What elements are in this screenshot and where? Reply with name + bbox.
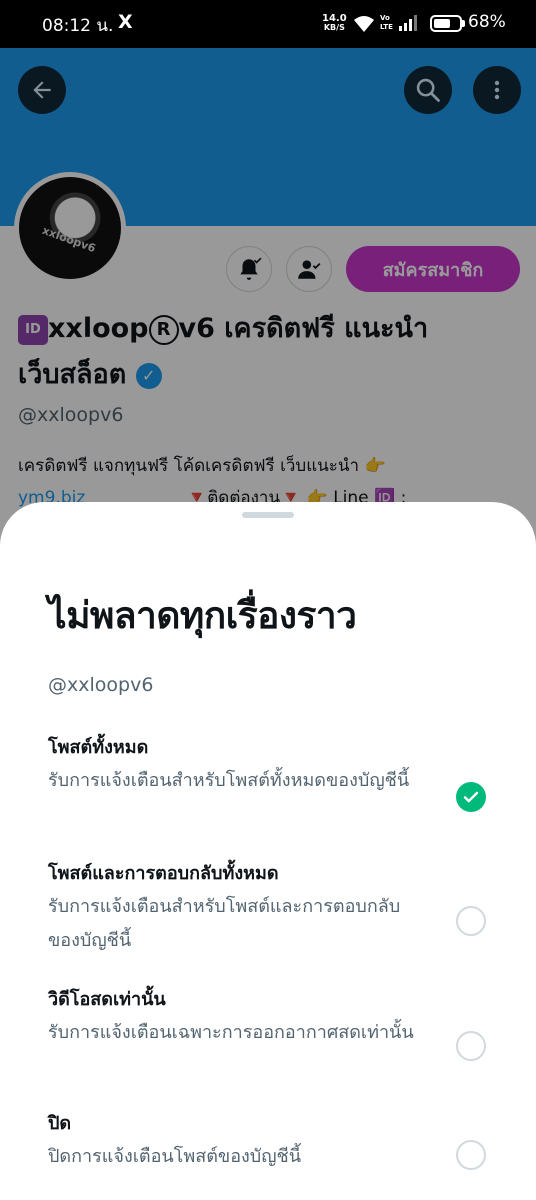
volte-bottom-text: LTE	[380, 23, 393, 31]
option-all-posts[interactable]: โพสต์ทั้งหมด รับการแจ้งเตือนสำหรับโพสต์ท…	[48, 734, 508, 812]
option-posts-and-replies[interactable]: โพสต์และการตอบกลับทั้งหมด รับการแจ้งเตือ…	[48, 860, 508, 958]
radio-unselected[interactable]	[456, 1031, 486, 1061]
sheet-title: ไม่พลาดทุกเรื่องราว	[48, 594, 357, 637]
option-description: ปิดการแจ้งเตือนโพสต์ของบัญชีนี้	[48, 1146, 302, 1167]
volte-top-text: Vo	[380, 14, 390, 22]
wifi-icon	[354, 16, 374, 32]
battery-tip	[462, 20, 465, 27]
network-speed: 14.0 KB/S	[322, 13, 347, 33]
option-title: ปิด	[48, 1113, 72, 1134]
battery-icon	[430, 15, 462, 32]
option-title: วิดีโอสดเท่านั้น	[48, 989, 166, 1010]
check-icon	[463, 791, 479, 803]
battery-level	[434, 19, 450, 28]
network-speed-unit: KB/S	[323, 23, 345, 32]
network-speed-value: 14.0	[322, 13, 347, 24]
battery-percent: 68%	[468, 12, 506, 32]
option-title: โพสต์และการตอบกลับทั้งหมด	[48, 863, 279, 884]
option-description: รับการแจ้งเตือนสำหรับโพสต์ทั้งหมดของบัญช…	[48, 770, 410, 791]
x-app-icon: X	[118, 11, 133, 33]
option-live-video-only[interactable]: วิดีโอสดเท่านั้น รับการแจ้งเตือนเฉพาะการ…	[48, 986, 508, 1061]
option-description: รับการแจ้งเตือนเฉพาะการออกอากาศสดเท่านั้…	[48, 1022, 414, 1043]
radio-unselected[interactable]	[456, 1140, 486, 1170]
signal-icon	[399, 15, 417, 31]
sheet-grabber[interactable]	[242, 512, 294, 518]
notification-settings-sheet: ไม่พลาดทุกเรื่องราว @xxloopv6 โพสต์ทั้งห…	[0, 502, 536, 1200]
option-description: รับการแจ้งเตือนสำหรับโพสต์และการตอบกลับข…	[48, 896, 401, 951]
option-title: โพสต์ทั้งหมด	[48, 737, 149, 758]
sheet-handle: @xxloopv6	[48, 674, 154, 696]
radio-selected[interactable]	[456, 782, 486, 812]
volte-icon: Vo LTE	[380, 14, 393, 32]
option-off[interactable]: ปิด ปิดการแจ้งเตือนโพสต์ของบัญชีนี้	[48, 1110, 508, 1174]
status-time: 08:12 น.	[42, 16, 114, 36]
radio-unselected[interactable]	[456, 906, 486, 936]
status-bar: 08:12 น. X 14.0 KB/S Vo LTE 68%	[0, 0, 536, 48]
